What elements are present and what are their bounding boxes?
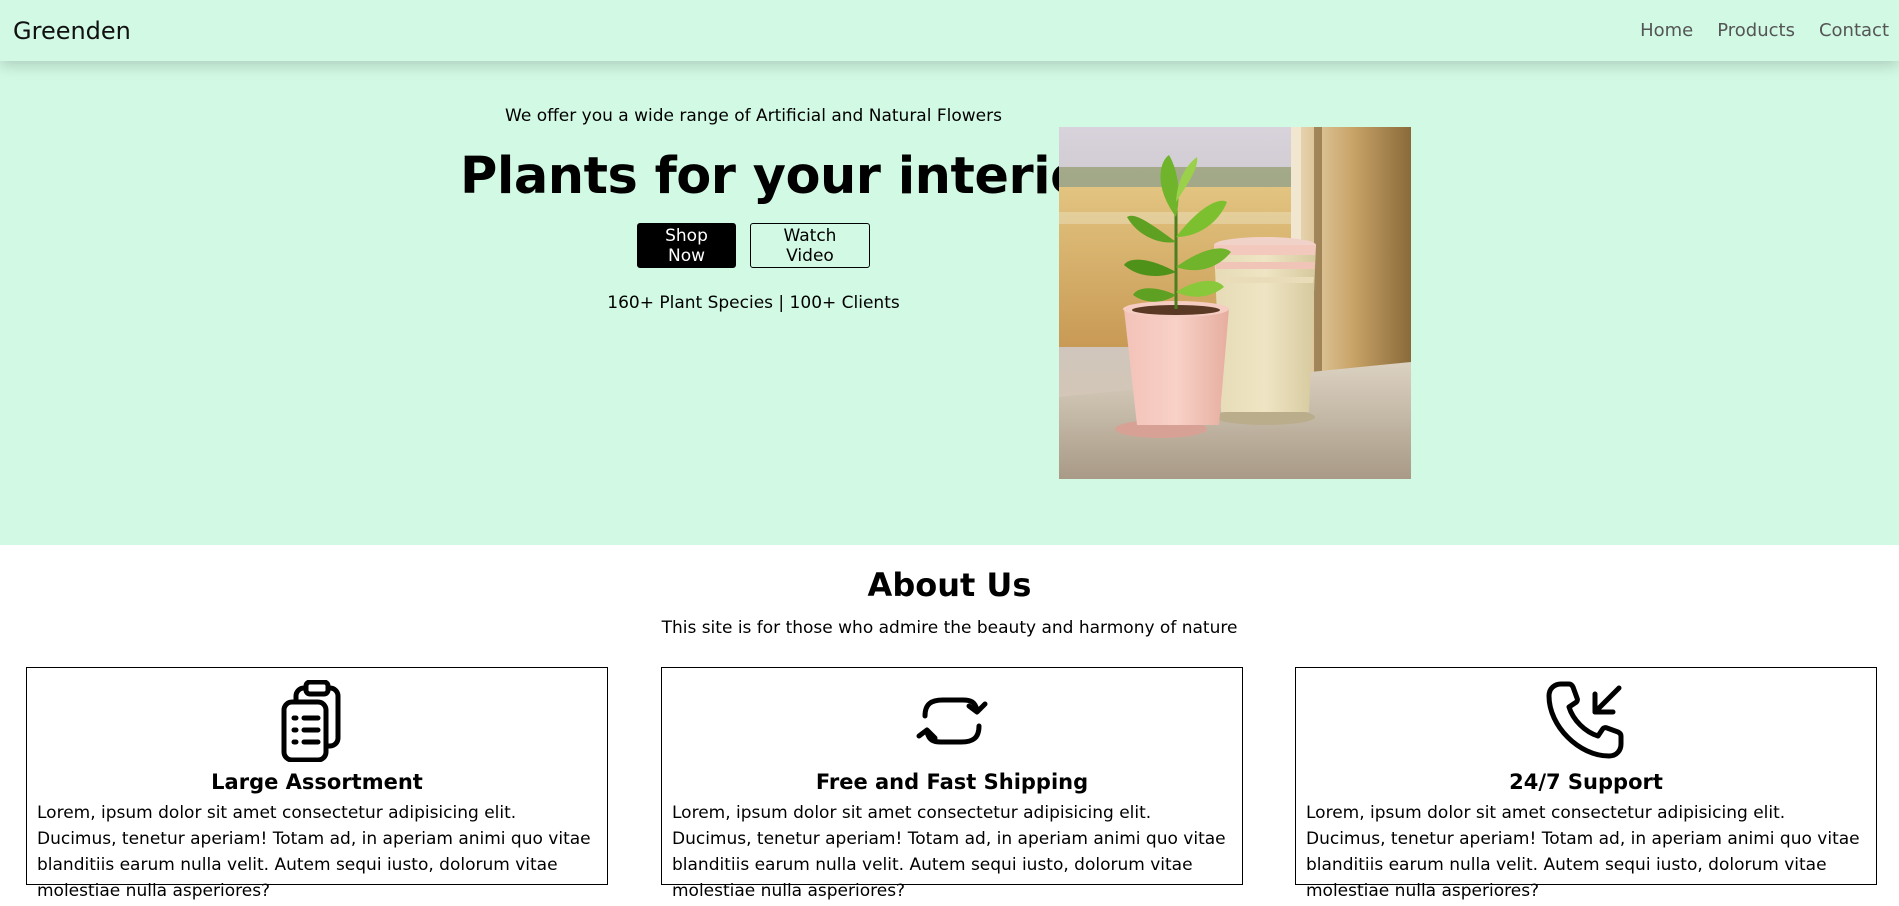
repeat-arrows-icon — [911, 680, 993, 762]
nav-link-contact[interactable]: Contact — [1819, 20, 1889, 41]
watch-video-button[interactable]: Watch Video — [750, 223, 870, 268]
shop-now-button[interactable]: Shop Now — [637, 223, 736, 268]
hero-plant-image — [1059, 127, 1411, 479]
card-title: Large Assortment — [211, 770, 423, 794]
hero-headline: Plants for your interior — [460, 147, 1110, 206]
hero-section: We offer you a wide range of Artificial … — [0, 61, 1899, 545]
about-title: About Us — [867, 566, 1032, 604]
nav-link-products[interactable]: Products — [1717, 20, 1795, 41]
card-text: Lorem, ipsum dolor sit amet consectetur … — [37, 803, 591, 901]
hero-tagline: We offer you a wide range of Artificial … — [505, 106, 1002, 126]
hero-buttons: Shop Now Watch Video — [460, 223, 1047, 268]
card-text: Lorem, ipsum dolor sit amet consectetur … — [672, 803, 1226, 901]
brand-logo[interactable]: Greenden — [13, 17, 131, 45]
nav-link-home[interactable]: Home — [1640, 20, 1693, 41]
phone-incoming-icon — [1545, 680, 1627, 762]
feature-card-assortment: Large Assortment Lorem, ipsum dolor sit … — [26, 667, 608, 901]
navbar: Greenden Home Products Contact — [0, 0, 1899, 61]
feature-card-support: 24/7 Support Lorem, ipsum dolor sit amet… — [1295, 667, 1877, 901]
card-title: Free and Fast Shipping — [815, 770, 1089, 794]
about-subtitle: This site is for those who admire the be… — [661, 618, 1238, 638]
hero-stats: 160+ Plant Species | 100+ Clients — [607, 293, 900, 313]
feature-card-shipping: Free and Fast Shipping Lorem, ipsum dolo… — [661, 667, 1243, 901]
clipboard-list-icon — [276, 679, 358, 763]
card-text: Lorem, ipsum dolor sit amet consectetur … — [1306, 803, 1860, 901]
nav-links: Home Products Contact — [1616, 20, 1889, 41]
plant-pots-illustration — [1059, 127, 1411, 479]
card-title: 24/7 Support — [1509, 770, 1663, 794]
